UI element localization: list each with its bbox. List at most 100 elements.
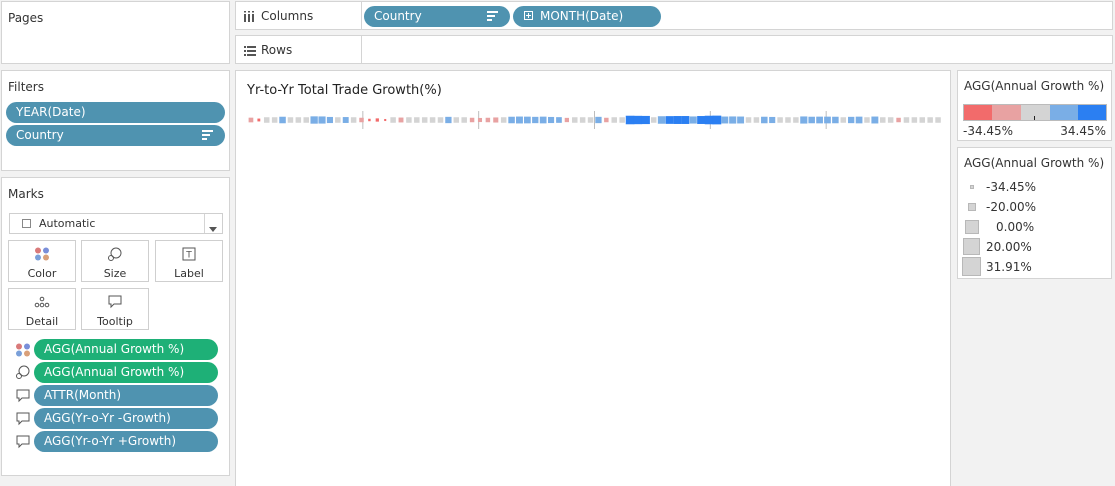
heat-mark[interactable] <box>761 116 768 124</box>
marks-field-color-growth[interactable]: AGG(Annual Growth %) <box>34 339 218 360</box>
heat-mark[interactable] <box>729 116 737 124</box>
heat-mark[interactable] <box>935 117 941 123</box>
heat-mark[interactable] <box>295 117 302 123</box>
heat-mark[interactable] <box>697 116 706 124</box>
heat-mark[interactable] <box>689 116 697 124</box>
heat-mark[interactable] <box>753 117 760 123</box>
rows-shelf[interactable]: Rows <box>235 35 1113 64</box>
heat-mark[interactable] <box>359 117 364 123</box>
heat-mark[interactable] <box>539 116 547 124</box>
heat-mark[interactable] <box>712 115 722 125</box>
heat-mark[interactable] <box>864 117 870 123</box>
heat-mark[interactable] <box>508 116 515 124</box>
heat-mark[interactable] <box>390 117 396 123</box>
heat-mark[interactable] <box>641 115 650 125</box>
heat-mark[interactable] <box>673 116 682 124</box>
heat-mark[interactable] <box>485 117 491 123</box>
heat-mark[interactable] <box>785 117 791 123</box>
heat-mark[interactable] <box>437 117 444 123</box>
heat-mark[interactable] <box>279 116 286 124</box>
marks-size-button[interactable]: Size <box>81 240 149 282</box>
view-panel[interactable]: Yr-to-Yr Total Trade Growth(%) <box>235 70 951 486</box>
heat-mark[interactable] <box>477 117 483 123</box>
heat-mark[interactable] <box>777 117 783 123</box>
marks-color-button[interactable]: Color <box>8 240 76 282</box>
heat-mark[interactable] <box>453 117 460 123</box>
heat-mark[interactable] <box>548 116 555 124</box>
heat-mark[interactable] <box>398 117 404 123</box>
heat-mark[interactable] <box>326 116 333 124</box>
heat-mark[interactable] <box>493 117 499 123</box>
columns-shelf[interactable]: Columns Country MONTH(Date) <box>235 1 1113 30</box>
filter-pill-year-date[interactable]: YEAR(Date) <box>6 102 225 123</box>
marks-field-attr-month[interactable]: ATTR(Month) <box>34 385 218 406</box>
heat-mark[interactable] <box>350 117 357 123</box>
heat-mark[interactable] <box>414 117 420 123</box>
heat-mark[interactable] <box>287 117 294 123</box>
heat-mark[interactable] <box>342 117 349 123</box>
heat-mark[interactable] <box>595 116 602 124</box>
heat-mark[interactable] <box>524 116 531 124</box>
heat-mark[interactable] <box>263 117 270 123</box>
marks-label-button[interactable]: T Label <box>155 240 223 282</box>
heat-mark[interactable] <box>633 115 643 125</box>
heat-mark[interactable] <box>619 117 625 123</box>
heat-mark[interactable] <box>445 116 452 124</box>
heat-mark[interactable] <box>335 117 341 123</box>
heat-mark[interactable] <box>500 117 507 123</box>
marks-tooltip-button[interactable]: Tooltip <box>81 288 149 330</box>
heat-mark[interactable] <box>800 116 808 124</box>
heat-mark[interactable] <box>704 115 714 125</box>
marks-field-size-growth[interactable]: AGG(Annual Growth %) <box>34 362 218 383</box>
heat-mark[interactable] <box>310 116 318 124</box>
heat-mark[interactable] <box>808 116 815 124</box>
heat-mark[interactable] <box>257 118 261 122</box>
heat-mark[interactable] <box>429 117 436 123</box>
heat-mark[interactable] <box>611 117 617 123</box>
heat-mark[interactable] <box>919 117 926 123</box>
heat-mark[interactable] <box>927 117 933 123</box>
marks-field-neg-growth[interactable]: AGG(Yr-o-Yr -Growth) <box>34 408 218 429</box>
heat-mark[interactable] <box>737 116 745 124</box>
heat-mark[interactable] <box>375 118 379 122</box>
heat-mark[interactable] <box>832 116 839 124</box>
heat-mark[interactable] <box>769 116 776 124</box>
heat-mark[interactable] <box>880 117 886 123</box>
filters-panel[interactable]: Filters YEAR(Date) Country <box>1 70 230 171</box>
heat-mark[interactable] <box>848 116 855 124</box>
heat-mark[interactable] <box>840 117 847 123</box>
heat-mark[interactable] <box>793 117 799 123</box>
heat-mark[interactable] <box>532 116 539 124</box>
heat-mark[interactable] <box>556 117 562 123</box>
heat-mark[interactable] <box>516 116 523 124</box>
heat-mark[interactable] <box>564 117 569 123</box>
heat-mark[interactable] <box>721 116 729 124</box>
heat-mark[interactable] <box>665 116 674 124</box>
heat-mark[interactable] <box>303 117 309 123</box>
heat-mark[interactable] <box>604 117 609 123</box>
heat-mark[interactable] <box>318 116 326 124</box>
heat-mark[interactable] <box>248 117 254 123</box>
heat-mark[interactable] <box>816 116 823 124</box>
pages-panel[interactable]: Pages <box>1 1 230 64</box>
marks-detail-button[interactable]: Detail <box>8 288 76 330</box>
heat-mark[interactable] <box>384 118 387 122</box>
columns-pill-country[interactable]: Country <box>364 6 510 27</box>
heat-mark[interactable] <box>855 116 863 124</box>
heat-mark[interactable] <box>368 118 371 122</box>
heat-mark[interactable] <box>681 116 690 124</box>
heat-mark[interactable] <box>271 117 278 123</box>
heat-mark[interactable] <box>421 117 428 123</box>
heat-mark[interactable] <box>461 117 467 123</box>
heat-mark[interactable] <box>824 116 831 124</box>
heat-mark[interactable] <box>745 117 752 123</box>
heat-mark[interactable] <box>657 116 666 124</box>
heat-mark[interactable] <box>625 115 635 125</box>
size-legend[interactable]: AGG(Annual Growth %) -34.45% -20.00% 0.0… <box>957 147 1112 279</box>
heat-mark[interactable] <box>903 117 910 123</box>
heat-mark[interactable] <box>896 117 901 123</box>
filter-pill-country[interactable]: Country <box>6 125 225 146</box>
color-legend[interactable]: AGG(Annual Growth %) -34.45% 34.45% <box>957 70 1112 141</box>
heat-mark[interactable] <box>911 117 918 123</box>
heat-mark[interactable] <box>469 117 475 123</box>
